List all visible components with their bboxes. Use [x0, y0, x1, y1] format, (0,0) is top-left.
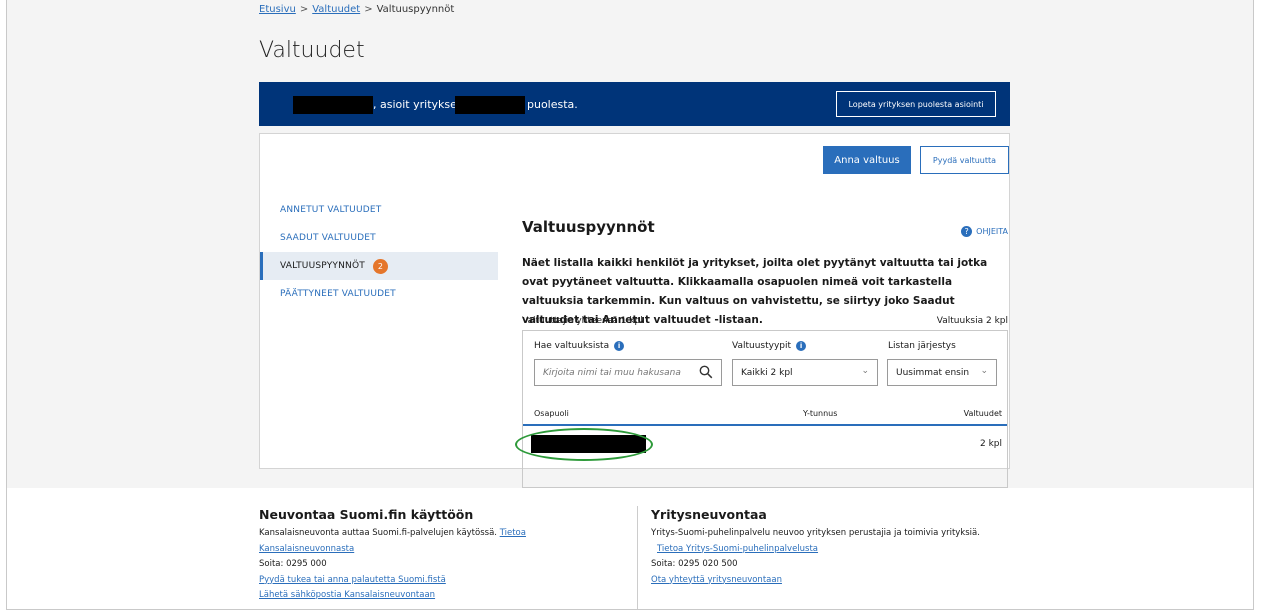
- col-header-ytunnus[interactable]: Y-tunnus: [803, 409, 837, 418]
- redacted-user-name: [293, 96, 373, 114]
- sidebar-item-valtuuspyynnot[interactable]: VALTUUSPYYNNÖT 2: [260, 252, 498, 280]
- footer-link-email[interactable]: Lähetä sähköpostia Kansalaisneuvontaan: [259, 590, 435, 600]
- chevron-down-icon: ⌄: [980, 366, 988, 376]
- info-icon[interactable]: i: [796, 341, 807, 351]
- info-icon[interactable]: i: [614, 341, 625, 351]
- breadcrumb: Etusivu > Valtuudet > Valtuuspyynnöt: [259, 4, 454, 15]
- footer-link-contact[interactable]: Ota yhteyttä yritysneuvontaan: [651, 575, 782, 585]
- count-badge: 2: [372, 258, 388, 274]
- breadcrumb-separator: >: [364, 4, 373, 15]
- sidebar-item-saadut[interactable]: SAADUT VALTUUDET: [260, 224, 498, 252]
- col-header-osapuoli[interactable]: Osapuoli: [534, 409, 569, 418]
- filter-and-table: Hae valtuuksista i Valtuustyypit i Lista…: [515, 330, 1008, 488]
- app-frame: Etusivu > Valtuudet > Valtuuspyynnöt Valtuud…: [6, 0, 1254, 610]
- footer-title: Yritysneuvontaa: [651, 507, 767, 522]
- footer-phone: Soita: 0295 020 500: [651, 559, 738, 569]
- search-label-wrap: Hae valtuuksista i: [534, 341, 625, 351]
- sidebar-item-paattyneet[interactable]: PÄÄTTYNEET VALTUUDET: [260, 280, 498, 308]
- footer-text-line: Kansalaisneuvonta auttaa Suomi.fi-palvel…: [259, 526, 619, 542]
- question-icon: ?: [961, 226, 973, 237]
- help-link[interactable]: ? OHJEITA: [961, 226, 1008, 237]
- footer-link-info[interactable]: Tietoa Yritys-Suomi-puhelinpalvelusta: [657, 544, 818, 554]
- breadcrumb-link-valtuudet[interactable]: Valtuudet: [312, 4, 360, 15]
- footer-link-feedback[interactable]: Pyydä tukea tai anna palautetta Suomi.fi…: [259, 575, 446, 585]
- sidebar-item-label: VALTUUSPYYNNÖT: [280, 261, 365, 271]
- requests-section: Valtuuspyynnöt ? OHJEITA Näet listalla k…: [515, 218, 1008, 488]
- page-title: Valtuudet: [259, 38, 365, 63]
- footer-link-info-cont[interactable]: Kansalaisneuvonnasta: [259, 544, 354, 554]
- order-select[interactable]: Uusimmat ensin ⌄: [887, 359, 997, 386]
- order-label: Listan järjestys: [888, 341, 956, 351]
- footer: Neuvontaa Suomi.fin käyttöön Kansalaisne…: [7, 488, 1253, 609]
- company-banner: , asioit yrityksen puolesta. Lopeta yrit…: [259, 82, 1010, 126]
- authorizations-total: Valtuuksia 2 kpl: [936, 316, 1008, 326]
- types-select[interactable]: Kaikki 2 kpl ⌄: [732, 359, 878, 386]
- table-row[interactable]: 2 kpl: [515, 428, 1007, 461]
- types-selected-value: Kaikki 2 kpl: [741, 367, 793, 378]
- banner-text: , asioit yrityksen: [373, 98, 464, 111]
- order-label-wrap: Listan järjestys: [888, 341, 956, 351]
- table-header: Osapuoli Y-tunnus Valtuudet: [523, 399, 1007, 426]
- footer-text: Kansalaisneuvonta auttaa Suomi.fi-palvel…: [259, 528, 497, 538]
- footer-citizen-advice: Neuvontaa Suomi.fin käyttöön Kansalaisne…: [259, 506, 619, 604]
- footer-phone: Soita: 0295 000: [259, 559, 327, 569]
- highlight-ellipse: [515, 428, 653, 461]
- give-authorization-button[interactable]: Anna valtuus: [823, 146, 911, 174]
- footer-divider: [637, 506, 638, 609]
- breadcrumb-link-etusivu[interactable]: Etusivu: [259, 4, 296, 15]
- footer-business-advice: Yritysneuvontaa Yritys-Suomi-puhelinpalv…: [651, 506, 1071, 588]
- sidebar-item-label: ANNETUT VALTUUDET: [280, 205, 382, 215]
- types-label: Valtuustyypit: [732, 341, 792, 351]
- request-authorization-button[interactable]: Pyydä valtuutta: [920, 146, 1009, 174]
- breadcrumb-current: Valtuuspyynnöt: [376, 4, 455, 15]
- help-label: OHJEITA: [976, 227, 1008, 236]
- banner-text-end: puolesta.: [527, 98, 578, 111]
- search-icon[interactable]: [699, 365, 713, 379]
- types-label-wrap: Valtuustyypit i: [732, 341, 807, 351]
- search-label: Hae valtuuksista: [534, 341, 610, 351]
- section-heading: Valtuuspyynnöt: [522, 218, 655, 236]
- stop-company-session-button[interactable]: Lopeta yrityksen puolesta asiointi: [836, 91, 996, 117]
- main-area: Etusivu > Valtuudet > Valtuuspyynnöt Valtuud…: [7, 0, 1253, 488]
- search-field[interactable]: [534, 359, 722, 386]
- sidebar-nav: ANNETUT VALTUUDET SAADUT VALTUUDET VALTU…: [260, 196, 498, 308]
- footer-title: Neuvontaa Suomi.fin käyttöön: [259, 507, 474, 522]
- grantors-total: Valtuuttajia yhteensä 1 kpl: [522, 316, 643, 326]
- footer-text: Yritys-Suomi-puhelinpalvelu neuvoo yrity…: [651, 528, 980, 538]
- order-selected-value: Uusimmat ensin: [896, 367, 970, 378]
- footer-link-info[interactable]: Tietoa: [500, 528, 526, 538]
- redacted-company-name: [455, 96, 525, 114]
- sidebar-item-label: PÄÄTTYNEET VALTUUDET: [280, 289, 396, 299]
- sidebar-item-annetut[interactable]: ANNETUT VALTUUDET: [260, 196, 498, 224]
- search-input[interactable]: [535, 367, 685, 378]
- content-panel: Anna valtuus Pyydä valtuutta ANNETUT VAL…: [259, 133, 1010, 488]
- authorization-count: 2 kpl: [979, 439, 1002, 449]
- col-header-valtuudet[interactable]: Valtuudet: [964, 409, 1002, 418]
- sidebar-item-label: SAADUT VALTUUDET: [280, 233, 376, 243]
- breadcrumb-separator: >: [299, 4, 309, 15]
- chevron-down-icon: ⌄: [861, 366, 869, 376]
